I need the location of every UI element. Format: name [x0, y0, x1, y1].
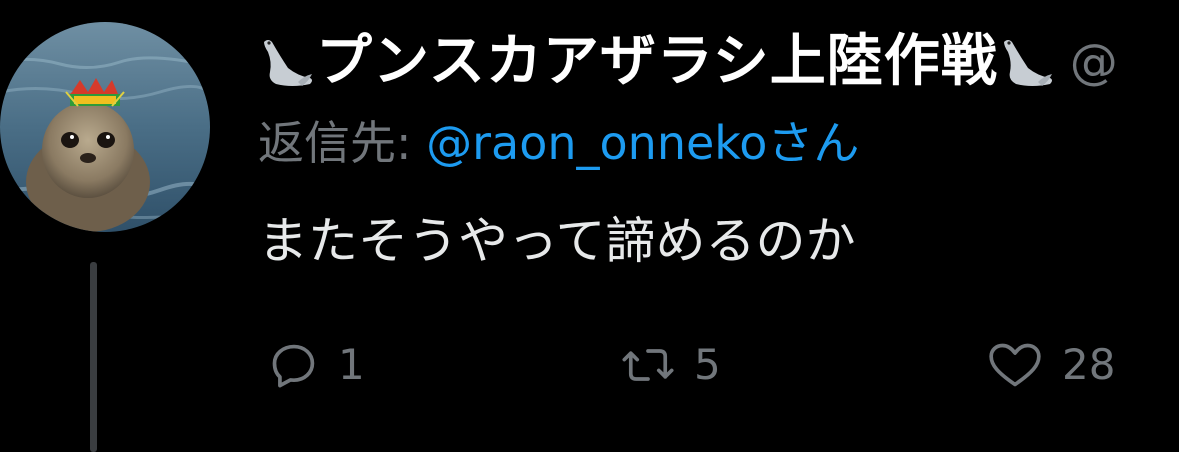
like-count: 28	[1062, 340, 1116, 389]
retweet-button[interactable]: 5	[620, 330, 721, 400]
tweet-content: プンスカアザラシ上陸作戦 @ 返信先: @raon_onnekoさん またそうや…	[258, 0, 1179, 442]
heart-icon	[989, 343, 1041, 387]
tweet-header: プンスカアザラシ上陸作戦 @	[258, 22, 1118, 102]
like-button[interactable]: 28	[986, 330, 1115, 400]
reply-button[interactable]: 1	[268, 330, 365, 400]
reply-to-prefix: 返信先:	[258, 116, 412, 170]
seal-emoji-icon	[998, 34, 1056, 90]
retweet-icon	[622, 349, 674, 381]
display-name[interactable]: プンスカアザラシ上陸作戦	[316, 34, 998, 90]
tweet-actions: 1 5 28	[258, 330, 1179, 400]
retweet-count: 5	[694, 340, 721, 389]
reply-icon	[272, 344, 315, 388]
reply-to-line: 返信先: @raon_onnekoさん	[258, 120, 859, 166]
tweet-text: またそうやって諦めるのか	[258, 212, 856, 270]
reply-count: 1	[338, 340, 365, 389]
thread-line	[90, 262, 97, 452]
mention-suffix[interactable]: さん	[767, 116, 859, 170]
avatar[interactable]	[0, 22, 210, 232]
mention-handle[interactable]: @raon_onneko	[426, 116, 767, 170]
reply-to-mention[interactable]: @raon_onnekoさん	[426, 116, 859, 170]
user-handle[interactable]: @	[1070, 38, 1118, 86]
seal-avatar-icon	[0, 22, 210, 232]
seal-emoji-icon	[258, 34, 316, 90]
